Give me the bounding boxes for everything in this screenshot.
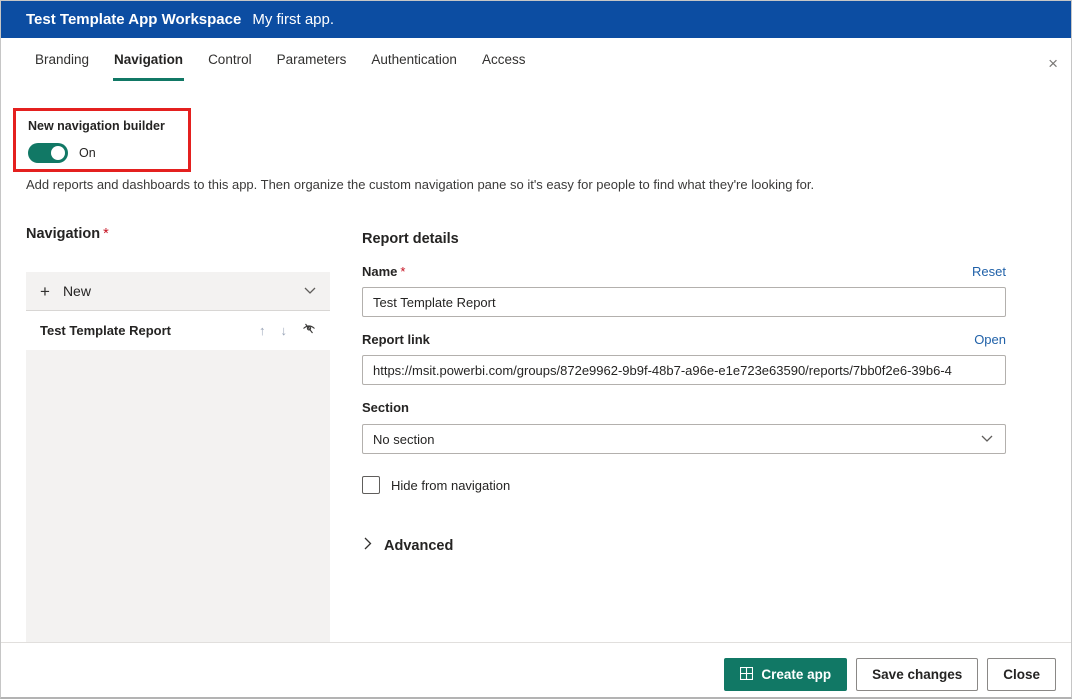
app-name: My first app. [252, 11, 335, 28]
toggle-knob [51, 146, 65, 160]
workspace-header: Test Template App Workspace My first app… [1, 1, 1071, 38]
template-app-dialog: Test Template App Workspace My first app… [0, 0, 1072, 699]
name-field-row: Name * Reset [362, 264, 1006, 279]
footer-divider [1, 642, 1071, 643]
open-link[interactable]: Open [974, 332, 1006, 347]
tab-branding[interactable]: Branding [34, 50, 90, 81]
chevron-down-icon[interactable] [304, 282, 316, 300]
create-app-label: Create app [761, 667, 832, 682]
tab-access[interactable]: Access [481, 50, 527, 81]
chevron-down-icon [981, 430, 993, 448]
nav-item-label: Test Template Report [40, 323, 171, 338]
plus-icon: + [40, 281, 50, 301]
close-button[interactable]: Close [987, 658, 1056, 691]
tab-navigation[interactable]: Navigation [113, 50, 185, 81]
chevron-right-icon [364, 537, 372, 555]
move-down-icon[interactable]: ↓ [281, 324, 288, 337]
toggle-state-label: On [79, 146, 96, 160]
required-asterisk: * [400, 264, 406, 279]
hide-from-navigation-label: Hide from navigation [391, 477, 511, 493]
navigation-heading-text: Navigation [26, 226, 101, 242]
tab-control[interactable]: Control [207, 50, 253, 81]
new-item-button[interactable]: + New [26, 272, 330, 311]
section-label: Section [362, 400, 409, 415]
hide-from-navigation-checkbox[interactable] [362, 476, 380, 494]
new-item-label: New [62, 283, 91, 299]
advanced-expander[interactable]: Advanced [364, 537, 453, 555]
navigation-heading: Navigation * [26, 226, 109, 242]
footer-actions: Create app Save changes Close [724, 658, 1056, 691]
tab-authentication[interactable]: Authentication [370, 50, 458, 81]
report-details-heading: Report details [362, 231, 459, 247]
section-dropdown[interactable]: No section [362, 424, 1006, 454]
report-name-input[interactable] [362, 287, 1006, 317]
workspace-title: Test Template App Workspace [26, 11, 242, 28]
new-nav-builder-toggle-row: On [28, 143, 178, 163]
navigation-list-panel: + New Test Template Report ↑ ↓ [26, 272, 330, 642]
create-app-button[interactable]: Create app [724, 658, 848, 691]
section-selected-value: No section [373, 431, 435, 447]
nav-list-item[interactable]: Test Template Report ↑ ↓ [26, 311, 330, 350]
save-changes-button[interactable]: Save changes [856, 658, 979, 691]
report-link-input[interactable] [362, 355, 1006, 385]
tab-parameters[interactable]: Parameters [276, 50, 348, 81]
new-nav-builder-toggle[interactable] [28, 143, 68, 163]
hide-from-navigation-row[interactable]: Hide from navigation [362, 476, 510, 494]
new-nav-builder-highlight: New navigation builder On [13, 108, 191, 172]
name-label-text: Name [362, 264, 398, 279]
section-field-row: Section [362, 400, 1006, 415]
report-details-section: Report details Name* Reset Report link O… [362, 231, 1006, 591]
reset-link[interactable]: Reset [972, 264, 1006, 279]
link-field-row: Report link Open [362, 332, 1006, 347]
move-up-icon[interactable]: ↑ [259, 324, 266, 337]
new-nav-builder-label: New navigation builder [28, 119, 165, 133]
hide-item-icon[interactable] [302, 322, 316, 340]
name-label: Name * [362, 264, 405, 279]
description-text: Add reports and dashboards to this app. … [26, 177, 815, 192]
tab-bar: Branding Navigation Control Parameters A… [34, 50, 526, 81]
app-grid-icon [740, 666, 754, 683]
nav-item-actions: ↑ ↓ [259, 322, 316, 340]
report-link-label: Report link [362, 332, 430, 347]
close-icon[interactable]: × [1046, 53, 1060, 74]
advanced-label: Advanced [384, 538, 454, 554]
required-asterisk: * [103, 226, 109, 242]
